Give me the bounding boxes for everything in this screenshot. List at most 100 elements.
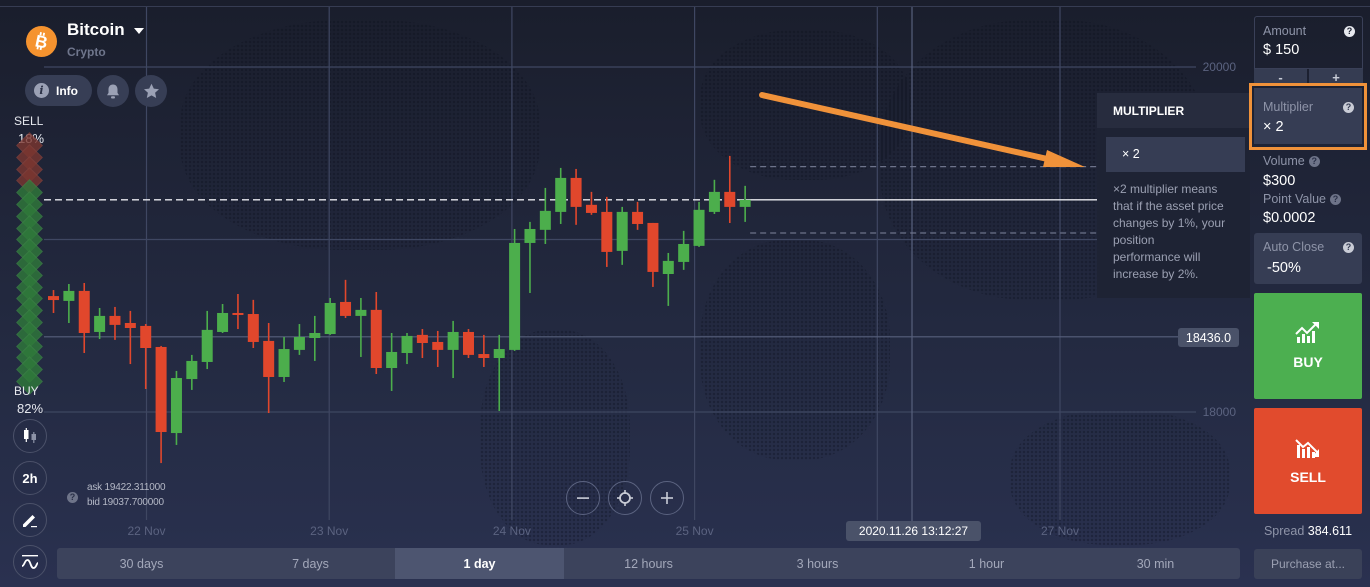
indicators-button[interactable] [13,545,47,579]
amount-value[interactable]: $ 150 [1263,42,1299,58]
sell-button[interactable]: SELL [1254,408,1362,514]
candle-body [263,340,275,377]
candle [632,201,644,230]
candle [94,307,106,340]
amount-help-icon[interactable]: ? [1344,26,1355,37]
candle-body [386,351,398,369]
range-3-hours[interactable]: 3 hours [733,548,902,579]
multiplier-popup: MULTIPLIER × 2 ×2 multiplier means that … [1097,93,1250,298]
candle-body [616,211,628,251]
candle-body [232,312,244,315]
candles [48,155,751,464]
asset-category: Crypto [67,45,106,59]
chevron-down-icon[interactable] [133,27,145,35]
candle [724,155,736,223]
candle-body [401,335,413,354]
candle-body [416,334,428,343]
asset-name[interactable]: Bitcoin [67,20,125,40]
buy-sentiment-label: BUY [14,384,39,398]
x-axis-label: 24 Nov [492,524,531,538]
candle-body [524,228,536,243]
multiplier-popup-title: MULTIPLIER [1097,93,1250,128]
candle-body [340,301,352,316]
alert-button[interactable] [97,75,129,107]
candle [109,306,121,340]
candle-body [63,290,75,301]
candle-body [155,346,167,433]
spread-label: Spread [1263,524,1305,538]
candle-body [78,290,90,333]
candle [355,297,367,357]
bid-price: bid 19037.700000 [87,497,164,508]
arrow-shaft [759,92,1055,163]
volume-help-icon[interactable]: ? [1308,155,1320,167]
candle [278,336,290,382]
candle [662,252,674,306]
amount-field[interactable]: Amount ? $ 150 [1254,16,1363,69]
candle [78,282,90,354]
candle [647,222,659,287]
chart-type-button[interactable] [13,419,47,453]
info-icon: i [34,83,49,98]
candle-body [370,309,382,369]
candle-body [678,243,690,262]
candle-body [647,222,659,272]
range-1-hour[interactable]: 1 hour [902,548,1071,579]
plus-icon [661,492,673,504]
drawing-tools-button[interactable] [13,503,47,537]
description-line: changes by 1%, your [1113,216,1226,230]
sentiment-bar [8,132,52,398]
info-button-label: Info [56,83,78,98]
zoom-in-button[interactable] [650,481,684,515]
candle [247,299,259,349]
candle-body [293,336,305,350]
star-icon [143,83,159,98]
range-1-day[interactable]: 1 day [395,548,564,579]
candle-body [94,315,106,332]
range-30-days[interactable]: 30 days [57,548,226,579]
candle [447,320,459,379]
buy-button-label: BUY [1293,354,1323,370]
candle-body [739,199,751,207]
favorite-button[interactable] [135,75,167,107]
candle [324,297,336,335]
buy-button[interactable]: BUY [1254,293,1362,399]
info-button[interactable]: i Info [25,75,92,106]
x-axis-label: 25 Nov [675,524,714,538]
trend-up-icon [1295,322,1319,343]
candle-body [555,177,567,212]
purchase-at-button[interactable]: Purchase at... [1254,549,1362,579]
multiplier-option[interactable]: × 2 [1106,137,1245,172]
candle-body [278,349,290,377]
candle [585,191,597,215]
spread-info: Spread 384.611 [1254,524,1362,538]
candle [509,228,521,351]
candle-body [217,312,229,332]
candle [201,310,213,370]
candle [155,345,167,464]
candle-body [585,204,597,213]
candle-body [109,315,121,325]
bitcoin-logo[interactable]: B [26,26,57,57]
candle [524,221,536,293]
candle [616,206,628,265]
candle [232,294,244,330]
quote-help-icon[interactable]: ? [67,492,78,503]
candle [340,279,352,318]
auto-close-field[interactable]: Auto Close ? -50% [1254,233,1362,284]
range-12-hours[interactable]: 12 hours [564,548,733,579]
auto-close-help-icon[interactable]: ? [1343,242,1354,253]
point-value-help-icon[interactable]: ? [1330,193,1342,205]
auto-close-value[interactable]: -50% [1267,260,1301,276]
range-30-min[interactable]: 30 min [1071,548,1240,579]
range-7-days[interactable]: 7 days [226,548,395,579]
multiplier-highlight-box [1249,83,1367,150]
timeframe-button[interactable]: 2h [13,461,47,495]
candle-body [462,331,474,355]
candle-body [693,209,705,246]
candle-body [662,260,674,274]
reset-view-button[interactable] [608,481,642,515]
volume-label: Volume ? [1263,154,1320,168]
zoom-out-button[interactable] [566,481,600,515]
candle [708,179,720,214]
